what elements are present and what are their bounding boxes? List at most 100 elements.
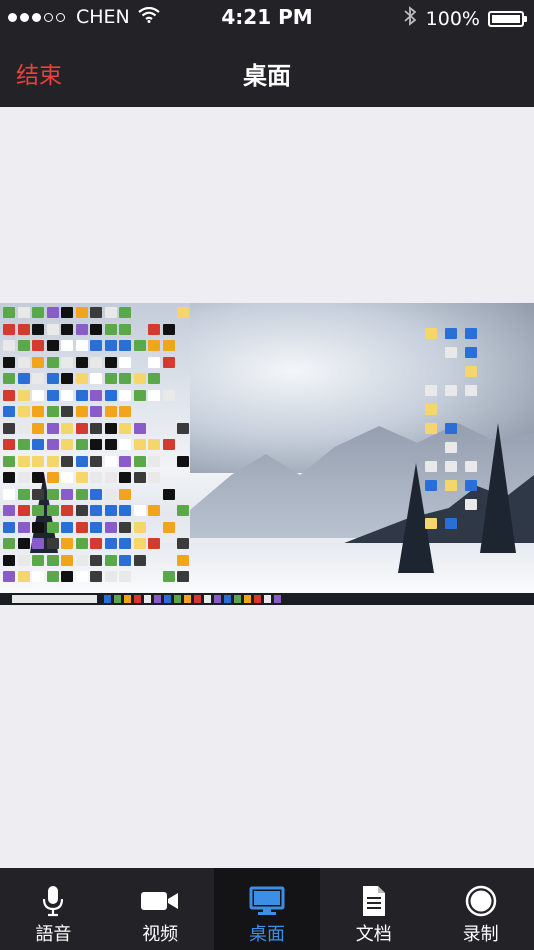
desktop-shortcut-icon (148, 323, 160, 335)
desktop-shortcut-icon (17, 571, 30, 582)
tab-voice[interactable]: 語音 (0, 868, 107, 950)
desktop-shortcut-icon (148, 389, 160, 401)
desktop-shortcut-icon (104, 323, 117, 335)
desktop-shortcut-icon (445, 461, 457, 472)
tab-desktop[interactable]: 桌面 (213, 868, 321, 950)
desktop-shortcut-icon (75, 389, 88, 401)
desktop-shortcut-icon (46, 488, 59, 500)
desktop-shortcut-icon (17, 554, 30, 566)
desktop-shortcut-icon (61, 356, 73, 368)
desktop-shortcut-icon (104, 521, 117, 533)
desktop-shortcut-icon (61, 538, 73, 549)
desktop-shortcut-icon (75, 439, 88, 450)
desktop-shortcut-icon (3, 356, 15, 368)
tab-label: 录制 (462, 924, 499, 945)
desktop-shortcut-icon (119, 455, 131, 467)
desktop-shortcut-icon (3, 455, 15, 467)
desktop-shortcut-icon (445, 442, 457, 453)
desktop-shortcut-icon (133, 439, 146, 450)
desktop-shortcut-icon (46, 538, 59, 549)
battery-icon (488, 10, 527, 27)
desktop-shortcut-icon (32, 455, 44, 467)
tab-label: 桌面 (248, 924, 285, 945)
desktop-shortcut-icon (3, 571, 15, 582)
desktop-shortcut-icon (3, 323, 15, 335)
desktop-shortcut-icon (90, 521, 102, 533)
desktop-shortcut-icon (133, 521, 146, 533)
desktop-shortcut-icon (17, 323, 30, 335)
desktop-shortcut-icon (32, 307, 44, 318)
desktop-shortcut-icon (104, 422, 117, 434)
desktop-shortcut-icon (32, 323, 44, 335)
desktop-shortcut-icon (75, 488, 88, 500)
desktop-shortcut-icon (177, 307, 189, 318)
desktop-shortcut-icon (119, 439, 131, 450)
desktop-shortcut-icon (425, 461, 437, 472)
desktop-shortcut-icon (75, 505, 88, 516)
desktop-shortcut-icon (3, 340, 15, 351)
desktop-shortcut-icon (3, 538, 15, 549)
desktop-shortcut-icon (75, 307, 88, 318)
desktop-shortcut-icon (148, 439, 160, 450)
desktop-shortcut-icon (61, 472, 73, 483)
desktop-shortcut-icon (133, 554, 146, 566)
desktop-shortcut-icon (119, 340, 131, 351)
desktop-shortcut-icon (75, 538, 88, 549)
desktop-shortcut-icon (133, 373, 146, 384)
desktop-shortcut-icon (46, 439, 59, 450)
desktop-shortcut-icon (104, 389, 117, 401)
desktop-shortcut-icon (445, 480, 457, 491)
desktop-shortcut-icon (17, 422, 30, 434)
shared-desktop-screen[interactable] (0, 303, 534, 605)
desktop-shortcut-icon (162, 340, 175, 351)
desktop-shortcut-icon (32, 373, 44, 384)
desktop-shortcut-icon (32, 521, 44, 533)
desktop-shortcut-icon (32, 439, 44, 450)
desktop-shortcut-icon (133, 505, 146, 516)
desktop-shortcut-icon (17, 356, 30, 368)
desktop-shortcut-icon (32, 406, 44, 417)
desktop-shortcut-icon (104, 554, 117, 566)
taskbar-app-icon (204, 595, 211, 603)
desktop-shortcut-icon (32, 488, 44, 500)
taskbar-app-icon (254, 595, 261, 603)
desktop-shortcut-icon (3, 439, 15, 450)
desktop-shortcut-icon (104, 505, 117, 516)
desktop-shortcut-icon (3, 488, 15, 500)
desktop-shortcut-icon (17, 307, 30, 318)
tab-document[interactable]: 文档 (320, 868, 427, 950)
desktop-shortcut-icon (46, 505, 59, 516)
desktop-shortcut-icon (90, 472, 102, 483)
taskbar-app-icon (234, 595, 241, 603)
desktop-shortcut-icon (75, 323, 88, 335)
desktop-shortcut-icon (61, 554, 73, 566)
tab-record[interactable]: 录制 (427, 868, 534, 950)
desktop-shortcut-icon (119, 307, 131, 318)
desktop-shortcut-icon (445, 385, 457, 396)
desktop-shortcut-icon (119, 554, 131, 566)
desktop-shortcut-icon (75, 472, 88, 483)
desktop-icon-grid (0, 303, 200, 593)
desktop-shortcut-icon (75, 406, 88, 417)
desktop-shortcut-icon (119, 389, 131, 401)
battery-percent: 100% (425, 7, 480, 30)
tab-video[interactable]: 视频 (107, 868, 214, 950)
desktop-shortcut-icon (133, 455, 146, 467)
battery-fill (492, 14, 520, 23)
desktop-shortcut-icon (90, 439, 102, 450)
taskbar-app-icon (154, 595, 161, 603)
desktop-shortcut-icon (46, 373, 59, 384)
desktop-shortcut-icon (32, 554, 44, 566)
desktop-shortcut-icon (119, 373, 131, 384)
desktop-shortcut-icon (75, 455, 88, 467)
desktop-shortcut-icon (148, 340, 160, 351)
desktop-shortcut-icon (104, 307, 117, 318)
desktop-shortcut-icon (177, 571, 189, 582)
desktop-shortcut-icon (148, 472, 160, 483)
desktop-shortcut-icon (445, 518, 457, 529)
desktop-shortcut-icon (90, 571, 102, 582)
desktop-shortcut-icon (17, 505, 30, 516)
desktop-shortcut-icon (177, 422, 189, 434)
monitor-icon (249, 884, 285, 918)
desktop-shortcut-icon (119, 538, 131, 549)
